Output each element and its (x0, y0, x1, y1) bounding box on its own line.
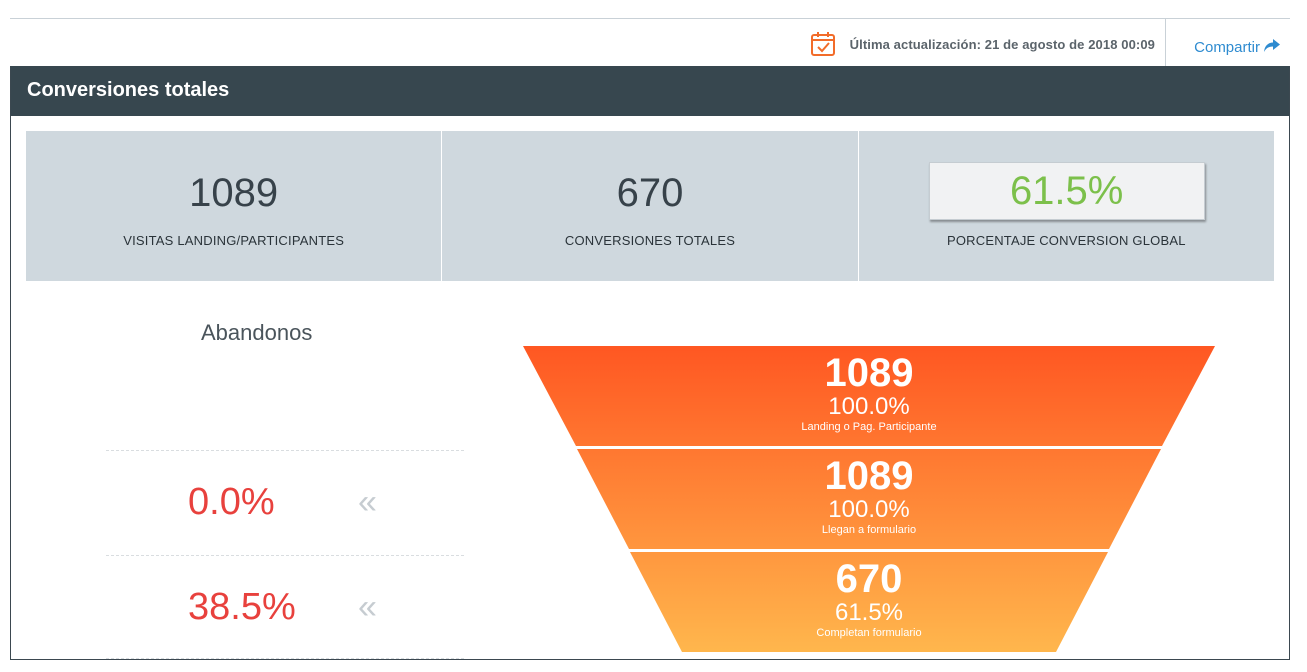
abandon-percent: 38.5% (188, 586, 296, 628)
double-chevron-left-icon: « (358, 483, 377, 521)
funnel-percent: 61.5% (834, 599, 904, 626)
last-update: Última actualización: 21 de agosto de 20… (810, 31, 1155, 57)
conversion-funnel: 1089 100.0% Landing o Pag. Participante … (523, 346, 1215, 654)
stat-conversions: 670 CONVERSIONES TOTALES (442, 131, 859, 281)
funnel-label: Completan formulario (816, 627, 922, 639)
funnel-percent: 100.0% (828, 496, 910, 523)
funnel-percent: 100.0% (828, 393, 910, 420)
stats-row: 1089 VISITAS LANDING/PARTICIPANTES 670 C… (26, 131, 1274, 281)
stat-conversion-rate: 61.5% PORCENTAJE CONVERSION GLOBAL (859, 131, 1274, 281)
share-label: Compartir (1194, 39, 1260, 56)
funnel-stage-2-text: 1089 100.0% Llegan a formulario (523, 455, 1215, 537)
abandon-row: 0.0% « (106, 450, 464, 555)
last-update-text: Última actualización: 21 de agosto de 20… (849, 36, 1155, 52)
share-button[interactable]: Compartir (1194, 39, 1280, 56)
funnel-value: 1089 (824, 351, 914, 395)
stat-label: PORCENTAJE CONVERSION GLOBAL (946, 233, 1186, 248)
calendar-check-icon (810, 31, 836, 57)
stat-value: 670 (616, 171, 684, 215)
stat-value: 1089 (189, 171, 279, 215)
stat-visits: 1089 VISITAS LANDING/PARTICIPANTES (26, 131, 443, 281)
abandon-percent: 0.0% (188, 481, 275, 523)
panel-title: Conversiones totales (11, 66, 1289, 116)
double-chevron-left-icon: « (358, 588, 377, 626)
funnel-value: 1089 (824, 454, 914, 498)
funnel-stage-3-text: 670 61.5% Completan formulario (523, 558, 1215, 640)
top-bar: Última actualización: 21 de agosto de 20… (10, 18, 1290, 67)
abandon-row: 38.5% « (106, 555, 464, 659)
stat-value-highlight: 61.5% (928, 162, 1205, 220)
funnel-value: 670 (835, 557, 903, 601)
stat-label: CONVERSIONES TOTALES (564, 233, 736, 248)
funnel-label: Landing o Pag. Participante (801, 421, 937, 433)
conversions-panel: Conversiones totales 1089 VISITAS LANDIN… (10, 66, 1290, 660)
header-divider (1165, 19, 1166, 67)
funnel-stage-1-text: 1089 100.0% Landing o Pag. Participante (523, 352, 1215, 434)
funnel-label: Llegan a formulario (821, 524, 917, 536)
share-arrow-icon (1264, 39, 1280, 56)
stat-label: VISITAS LANDING/PARTICIPANTES (123, 233, 345, 248)
abandonos-title: Abandonos (201, 320, 313, 345)
abandon-divider (106, 658, 464, 659)
